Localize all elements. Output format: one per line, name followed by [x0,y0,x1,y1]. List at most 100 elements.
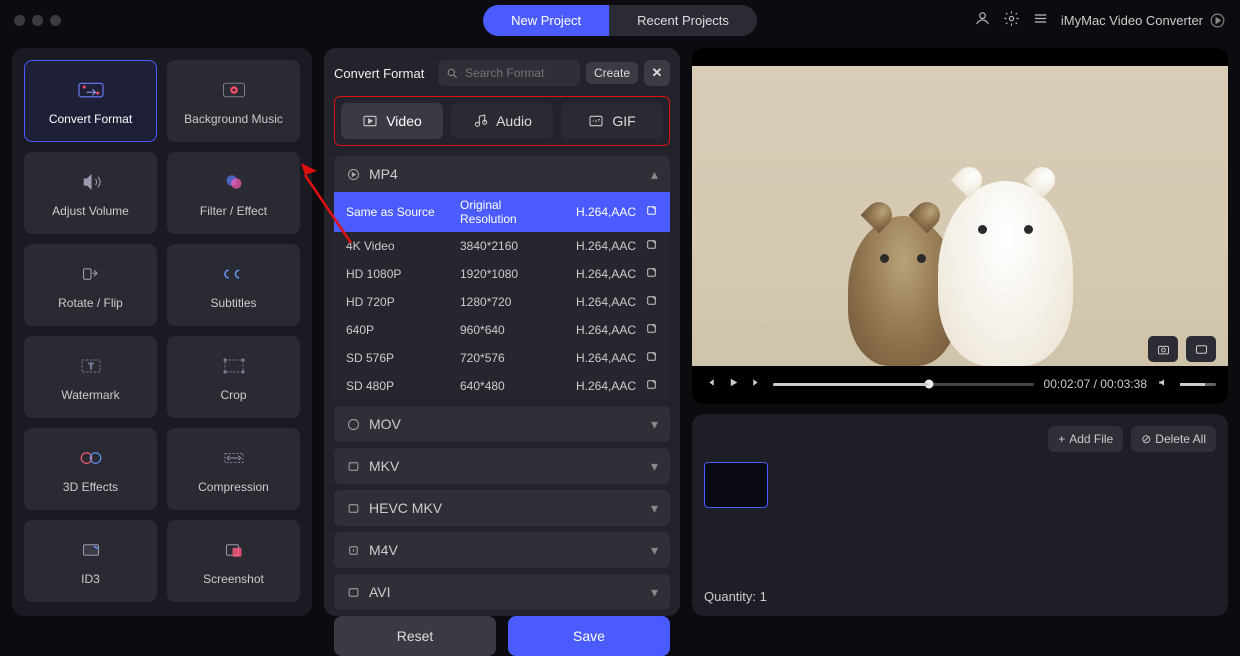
tool-rotate-flip[interactable]: Rotate / Flip [24,244,157,326]
preset-codec: H.264,AAC [558,239,636,253]
save-button[interactable]: Save [508,616,670,656]
create-button[interactable]: Create [586,62,638,84]
tool-label: Background Music [184,112,283,126]
chevron-down-icon: ▾ [651,458,658,475]
group-header[interactable]: MP4▴ [334,156,670,192]
preset-row[interactable]: Same as Source Original Resolution H.264,A… [334,192,670,232]
tool-label: 3D Effects [63,480,118,494]
volume-slider[interactable] [1180,383,1216,386]
chevron-down-icon: ▾ [651,542,658,559]
video-preview: 00:02:07 / 00:03:38 [692,48,1228,404]
preset-row[interactable]: SD 576P720*576H.264,AAC [334,344,670,372]
preset-name: 4K Video [346,239,456,253]
tool-background-music[interactable]: Background Music [167,60,300,142]
file-thumbnail[interactable] [704,462,768,508]
preset-name: 640P [346,323,456,337]
tool-subtitles[interactable]: Subtitles [167,244,300,326]
close-icon[interactable]: ✕ [644,60,670,86]
preset-row[interactable]: 4K Video 3840*2160 H.264,AAC [334,232,670,260]
tool-label: Filter / Effect [200,204,267,218]
preset-name: Same as Source [346,205,456,219]
time-display: 00:02:07 / 00:03:38 [1044,377,1147,391]
progress-bar[interactable] [773,383,1034,386]
preset-resolution: 3840*2160 [460,239,554,253]
chevron-down-icon: ▾ [651,584,658,601]
tool-watermark[interactable]: T Watermark [24,336,157,418]
tool-crop[interactable]: Crop [167,336,300,418]
delete-all-button[interactable]: ⊘Delete All [1131,426,1216,452]
tab-video[interactable]: Video [341,103,443,139]
gear-icon[interactable] [1003,10,1020,30]
edit-icon[interactable] [640,266,658,282]
tool-label: Rotate / Flip [58,296,123,310]
tab-audio[interactable]: Audio [451,103,553,139]
chevron-up-icon: ▴ [651,166,658,183]
edit-icon[interactable] [640,322,658,338]
tool-label: Watermark [61,388,119,402]
preset-resolution: Original Resolution [460,198,554,226]
window-controls[interactable] [14,15,61,26]
chevron-down-icon: ▾ [651,416,658,433]
preset-row[interactable]: HD 720P 1280*720 H.264,AAC [334,288,670,316]
preset-row[interactable]: SD 480P640*480H.264,AAC [334,372,670,400]
tool-label: Screenshot [203,572,264,586]
preset-codec: H.264,AAC [558,379,636,393]
reset-button[interactable]: Reset [334,616,496,656]
fullscreen-icon[interactable] [1186,336,1216,362]
tool-label: ID3 [81,572,100,586]
preset-codec: H.264,AAC [558,323,636,337]
menu-icon[interactable] [1032,10,1049,30]
tool-id3[interactable]: ID3 [24,520,157,602]
tool-compression[interactable]: Compression [167,428,300,510]
account-icon[interactable] [974,10,991,30]
preset-codec: H.264,AAC [558,267,636,281]
preset-resolution: 960*640 [460,323,554,337]
edit-icon[interactable] [640,350,658,366]
tool-label: Convert Format [49,112,132,126]
format-group-hevc-mkv: HEVC MKV▾ [334,490,670,526]
file-list-panel: +Add File ⊘Delete All Quantity: 1 [692,414,1228,616]
plus-icon: + [1058,432,1065,446]
trash-icon: ⊘ [1141,432,1151,446]
app-title: iMyMac Video Converter [1061,12,1226,29]
tool-filter-effect[interactable]: Filter / Effect [167,152,300,234]
preset-codec: H.264,AAC [558,295,636,309]
play-icon[interactable] [727,376,740,392]
preset-resolution: 1280*720 [460,295,554,309]
search-input[interactable] [465,66,572,80]
volume-icon[interactable] [1157,376,1170,392]
tool-screenshot[interactable]: Screenshot [167,520,300,602]
preset-resolution: 720*576 [460,351,554,365]
preset-row[interactable]: HD 1080P1920*1080H.264,AAC [334,260,670,288]
preset-codec: H.264,AAC [558,205,636,219]
quantity-label: Quantity: 1 [704,589,1216,604]
search-format[interactable] [438,60,580,86]
tool-3d-effects[interactable]: 3D Effects [24,428,157,510]
tool-convert-format[interactable]: Convert Format [24,60,157,142]
tab-recent-projects[interactable]: Recent Projects [609,5,757,36]
chevron-down-icon: ▾ [651,500,658,517]
next-icon[interactable] [750,376,763,392]
preset-name: HD 720P [346,295,456,309]
add-file-button[interactable]: +Add File [1048,426,1123,452]
project-tabs: New Project Recent Projects [483,5,757,36]
format-group-mp4: MP4▴ Same as Source Original Resolution H.… [334,156,670,400]
format-type-tabs: Video Audio GIF [334,96,670,146]
snapshot-icon[interactable] [1148,336,1178,362]
edit-icon[interactable] [640,238,658,254]
edit-icon[interactable] [640,204,658,220]
tool-label: Crop [220,388,246,402]
format-panel: Convert Format Create ✕ Video Audio GIF … [324,48,680,616]
edit-icon[interactable] [640,378,658,394]
format-group-mkv: MKV▾ [334,448,670,484]
format-group-m4v: M4V▾ [334,532,670,568]
tab-new-project[interactable]: New Project [483,5,609,36]
tool-adjust-volume[interactable]: Adjust Volume [24,152,157,234]
preview-frame [692,66,1228,366]
edit-icon[interactable] [640,294,658,310]
preset-row[interactable]: 640P 960*640 H.264,AAC [334,316,670,344]
prev-icon[interactable] [704,376,717,392]
preset-codec: H.264,AAC [558,351,636,365]
preset-name: SD 480P [346,379,456,393]
tab-gif[interactable]: GIF [561,103,663,139]
